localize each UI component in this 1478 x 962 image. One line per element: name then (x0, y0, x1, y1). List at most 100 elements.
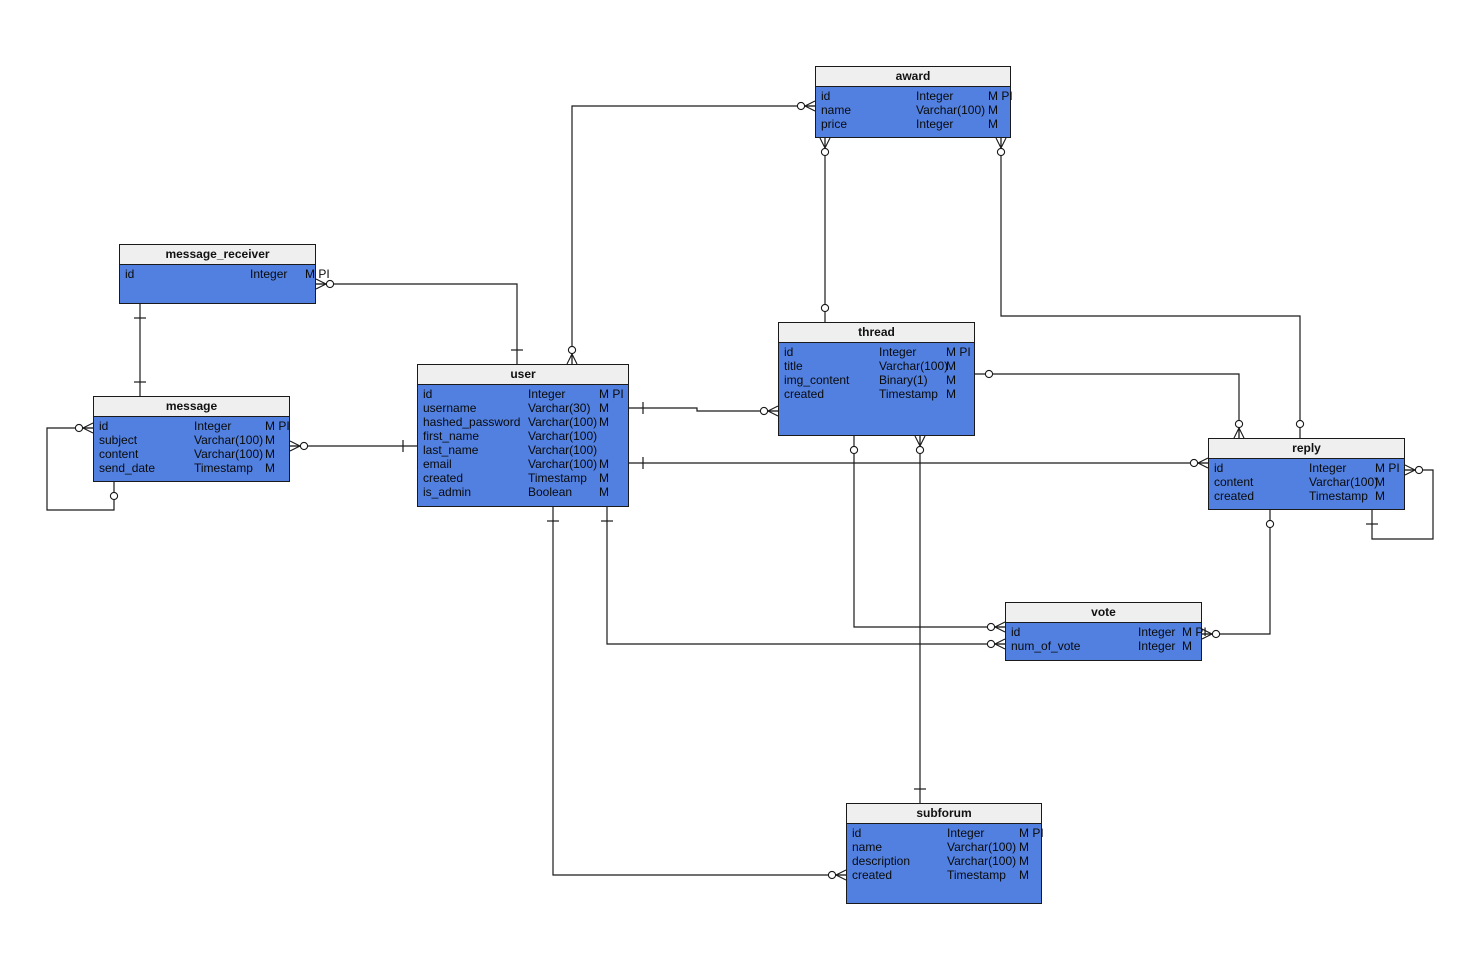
attribute-flags: M (599, 471, 609, 485)
relationship-reply-vote-end-optional-circle (1211, 629, 1221, 639)
attribute-type: Integer (1138, 625, 1176, 639)
attribute-row[interactable]: created Timestamp M (852, 868, 1036, 882)
entity-title: award (816, 67, 1010, 87)
attribute-type: Integer (1138, 639, 1176, 653)
entity-title: message (94, 397, 289, 417)
entity-thread[interactable]: thread id Integer M PI title Varchar(100) Mim… (778, 322, 975, 436)
attribute-row[interactable]: id Integer M PI (125, 267, 330, 281)
attribute-flags: M (265, 433, 275, 447)
attribute-name: id (852, 826, 862, 840)
attribute-flags: M (599, 485, 609, 499)
attribute-row[interactable]: id Integer M PI (99, 419, 290, 433)
attribute-row[interactable]: id Integer M PI (784, 345, 971, 359)
relationship-thread-vote-end-crow-foot (994, 621, 1006, 628)
entity-message-receiver[interactable]: message_receiver id Integer M PI (119, 244, 330, 304)
attribute-row[interactable]: title Varchar(100) M (784, 359, 969, 373)
attribute-row[interactable]: name Varchar(100) M (821, 103, 1005, 117)
attribute-list: id Integer M PI num_of_vote Integer M (1006, 623, 1207, 653)
attribute-row[interactable]: content Varchar(100) M (99, 447, 284, 461)
attribute-name: username (423, 401, 477, 415)
attribute-type: Varchar(100) (947, 840, 1017, 854)
entity-vote[interactable]: vote id Integer M PI num_of_vote Integer M (1005, 602, 1207, 661)
attribute-name: content (1214, 475, 1254, 489)
attribute-row[interactable]: email Varchar(100) M (423, 457, 623, 471)
relationship-message-self-start-crow-foot (82, 427, 94, 434)
relationship-user-reply-end-crow-foot (1197, 457, 1209, 464)
attribute-row[interactable]: is_admin Boolean M (423, 485, 623, 499)
attribute-type: Binary(1) (879, 373, 928, 387)
entity-subforum[interactable]: subforum id Integer M PI name Varchar(100) Md… (846, 803, 1044, 904)
entity-title: reply (1209, 439, 1404, 459)
attribute-row[interactable]: last_name Varchar(100) (423, 443, 623, 457)
relationship-line-thread-reply (975, 373, 1240, 438)
relationship-message-user-start-crow-foot (289, 445, 301, 452)
relationship-message-self-start-optional-circle (74, 423, 84, 433)
attribute-row[interactable]: send_date Timestamp M (99, 461, 284, 475)
attribute-type: Timestamp (528, 471, 587, 485)
attribute-type: Varchar(100) (528, 415, 598, 429)
attribute-type: Integer (528, 387, 566, 401)
attribute-row[interactable]: description Varchar(100) M (852, 854, 1036, 868)
attribute-list: id Integer M PI (120, 265, 330, 281)
entity-reply[interactable]: reply id Integer M PI content Varchar(100) Mc… (1208, 438, 1405, 510)
attribute-name: id (1011, 625, 1021, 639)
attribute-row[interactable]: username Varchar(30) M (423, 401, 623, 415)
relationship-user-subforum-end-crow-foot (835, 869, 847, 876)
attribute-row[interactable]: created Timestamp M (1214, 489, 1399, 503)
attribute-name: created (784, 387, 825, 401)
relationship-user-reply-end-crow-foot (1197, 462, 1209, 469)
attribute-flags: M (946, 359, 956, 373)
attribute-name: email (423, 457, 452, 471)
relationship-user-award-end-optional-circle (796, 101, 806, 111)
entity-title: user (418, 365, 628, 385)
attribute-row[interactable]: id Integer M PI (821, 89, 1013, 103)
relationship-user-thread-end-crow-foot (767, 410, 779, 417)
attribute-list: id Integer M PI subject Varchar(100) Mcontent… (94, 417, 290, 475)
attribute-flags: M PI (305, 267, 330, 281)
attribute-flags: M (599, 401, 609, 415)
attribute-row[interactable]: id Integer M PI (1214, 461, 1400, 475)
attribute-name: last_name (423, 443, 479, 457)
attribute-row[interactable]: created Timestamp M (423, 471, 623, 485)
attribute-row[interactable]: name Varchar(100) M (852, 840, 1036, 854)
attribute-flags: M (265, 461, 275, 475)
attribute-row[interactable]: id Integer M PI (1011, 625, 1207, 639)
relationship-reply-self-start-crow-foot (1404, 469, 1416, 476)
attribute-row[interactable]: id Integer M PI (852, 826, 1044, 840)
attribute-type: Timestamp (947, 868, 1006, 882)
attribute-row[interactable]: created Timestamp M (784, 387, 969, 401)
attribute-type: Varchar(100) (194, 433, 264, 447)
attribute-name: title (784, 359, 803, 373)
attribute-type: Integer (879, 345, 917, 359)
entity-award[interactable]: award id Integer M PI name Varchar(100) Mpric… (815, 66, 1013, 138)
relationship-award-reply-start-crow-foot (1000, 137, 1007, 149)
attribute-flags: M (1019, 840, 1029, 854)
attribute-row[interactable]: id Integer M PI (423, 387, 624, 401)
attribute-row[interactable]: first_name Varchar(100) (423, 429, 623, 443)
attribute-row[interactable]: content Varchar(100) M (1214, 475, 1399, 489)
relationship-award-thread-start-crow-foot (819, 137, 826, 149)
attribute-name: content (99, 447, 139, 461)
attribute-list: id Integer M PI name Varchar(100) Mprice Integ… (816, 87, 1013, 131)
relationship-user-vote-end-crow-foot (994, 643, 1006, 650)
relationship-thread-reply-end-crow-foot (1238, 427, 1245, 439)
attribute-row[interactable]: price Integer M (821, 117, 1005, 131)
relationship-line-user-thread (629, 407, 778, 412)
attribute-flags: M (1375, 489, 1385, 503)
relationship-user-subforum-end-optional-circle (827, 870, 837, 880)
relationship-user-thread-end-optional-circle (759, 406, 769, 416)
attribute-row[interactable]: hashed_password Varchar(100) M (423, 415, 623, 429)
relationship-award-reply-start-crow-foot (995, 137, 1002, 149)
attribute-flags: M PI (1375, 461, 1400, 475)
attribute-row[interactable]: img_content Binary(1) M (784, 373, 969, 387)
attribute-row[interactable]: num_of_vote Integer M (1011, 639, 1196, 653)
entity-message[interactable]: message id Integer M PI subject Varchar(100)… (93, 396, 290, 482)
relationship-user-reply-end-optional-circle (1189, 458, 1199, 468)
attribute-type: Integer (916, 117, 954, 131)
relationship-user-award-end-crow-foot (804, 100, 816, 107)
entity-user[interactable]: user id Integer M PI username Varchar(30) Mha… (417, 364, 629, 507)
attribute-name: description (852, 854, 911, 868)
relationship-user-thread-end-crow-foot (767, 405, 779, 412)
attribute-row[interactable]: subject Varchar(100) M (99, 433, 284, 447)
attribute-type: Timestamp (1309, 489, 1368, 503)
